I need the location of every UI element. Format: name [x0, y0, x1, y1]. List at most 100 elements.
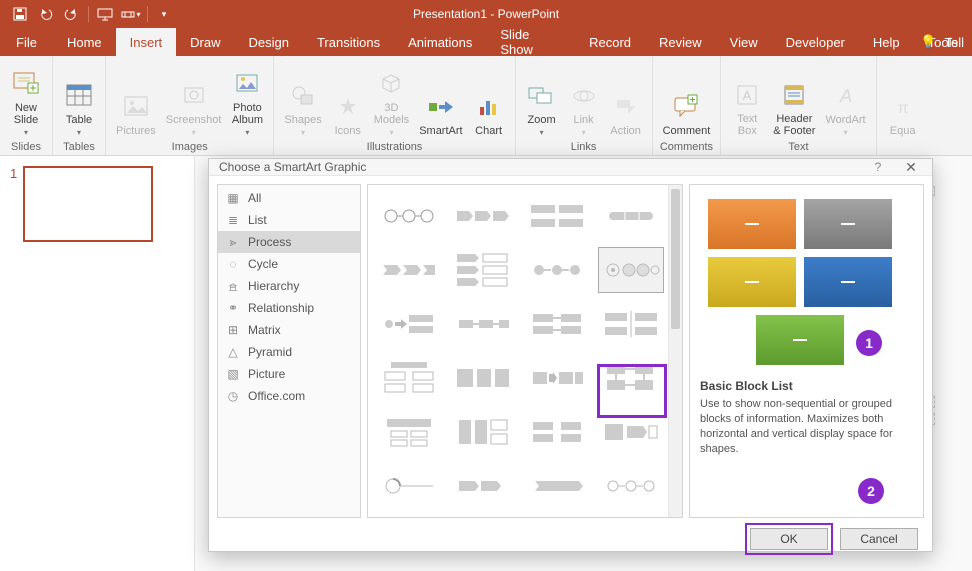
action-button: Action [606, 89, 646, 139]
wordart-button[interactable]: A WordArt▾ [821, 78, 869, 139]
comment-button[interactable]: Comment [659, 89, 715, 139]
smartart-item[interactable] [450, 193, 516, 239]
tab-review[interactable]: Review [645, 28, 716, 56]
dialog-close-icon[interactable]: ✕ [894, 159, 928, 175]
thumb-number: 1 [10, 166, 17, 242]
smartart-icon [425, 91, 457, 123]
tab-animations[interactable]: Animations [394, 28, 486, 56]
tab-developer[interactable]: Developer [772, 28, 859, 56]
group-images: Pictures Screenshot▾ Photo Album▾ Images [106, 56, 274, 155]
cancel-button[interactable]: Cancel [840, 528, 918, 550]
smartart-button[interactable]: SmartArt [415, 89, 466, 139]
wordart-icon: A [830, 80, 862, 112]
cat-matrix[interactable]: ⊞Matrix [218, 319, 360, 341]
smartart-item[interactable] [598, 463, 664, 509]
smartart-item[interactable] [524, 247, 590, 293]
smartart-item[interactable] [450, 301, 516, 347]
tab-transitions[interactable]: Transitions [303, 28, 394, 56]
cat-list[interactable]: ≣List [218, 209, 360, 231]
undo-icon[interactable] [34, 4, 58, 24]
table-button[interactable]: Table▾ [59, 78, 99, 139]
smartart-item[interactable] [598, 193, 664, 239]
text-box-button[interactable]: A Text Box [727, 77, 767, 139]
tab-insert[interactable]: Insert [116, 28, 177, 56]
smartart-item[interactable] [376, 247, 442, 293]
smartart-item[interactable] [376, 355, 442, 401]
tab-slideshow[interactable]: Slide Show [486, 28, 575, 56]
preview-swatches [700, 195, 913, 375]
3d-models-button[interactable]: 3D Models▾ [370, 66, 413, 139]
chart-button[interactable]: Chart [469, 89, 509, 139]
dialog-help-icon[interactable]: ? [866, 160, 890, 174]
group-symbols: π Equa [877, 56, 929, 155]
slide-thumbnail[interactable] [23, 166, 153, 242]
tab-view[interactable]: View [716, 28, 772, 56]
cat-relationship[interactable]: ⚭Relationship [218, 297, 360, 319]
save-icon[interactable] [8, 4, 32, 24]
smartart-item[interactable] [524, 355, 590, 401]
tab-design[interactable]: Design [235, 28, 303, 56]
tab-draw[interactable]: Draw [176, 28, 234, 56]
present-icon[interactable] [93, 4, 117, 24]
smartart-item[interactable] [524, 301, 590, 347]
qat-customize-icon[interactable]: ▾ [152, 4, 176, 24]
swatch-blue [804, 257, 892, 307]
cat-cycle[interactable]: ◌Cycle [218, 253, 360, 275]
photo-album-button[interactable]: Photo Album▾ [227, 66, 267, 139]
cat-pyramid[interactable]: △Pyramid [218, 341, 360, 363]
cat-picture[interactable]: ▧Picture [218, 363, 360, 385]
smartart-item[interactable] [598, 301, 664, 347]
hierarchy-icon: 𖠿 [226, 279, 240, 293]
cycle-icon: ◌ [226, 257, 240, 271]
window-title: Presentation1 - PowerPoint [413, 7, 559, 21]
gallery-scrollbar[interactable] [668, 185, 682, 517]
tab-help[interactable]: Help [859, 28, 914, 56]
tab-home[interactable]: Home [53, 28, 116, 56]
dialog-titlebar[interactable]: Choose a SmartArt Graphic ? ✕ [209, 159, 932, 176]
smartart-item[interactable] [376, 463, 442, 509]
cat-all[interactable]: ▦All [218, 187, 360, 209]
smartart-item[interactable] [598, 355, 664, 401]
equation-button[interactable]: π Equa [883, 89, 923, 139]
smartart-item-selected[interactable] [598, 247, 664, 293]
preview-description: Use to show non-sequential or grouped bl… [700, 397, 913, 456]
header-footer-button[interactable]: Header & Footer [769, 77, 819, 139]
smartart-item[interactable] [524, 193, 590, 239]
smartart-item[interactable] [450, 409, 516, 455]
redo-icon[interactable] [60, 4, 84, 24]
smartart-item[interactable] [450, 355, 516, 401]
tab-record[interactable]: Record [575, 28, 645, 56]
tell-me-bulb-icon[interactable]: 💡 [920, 34, 936, 50]
smartart-item[interactable] [376, 409, 442, 455]
smartart-item[interactable] [524, 463, 590, 509]
smartart-item[interactable] [598, 409, 664, 455]
cat-hierarchy[interactable]: 𖠿Hierarchy [218, 275, 360, 297]
smartart-item[interactable] [376, 193, 442, 239]
comment-icon [670, 91, 702, 123]
zoom-button[interactable]: Zoom▾ [522, 78, 562, 139]
tell-me-label[interactable]: Tell [944, 35, 964, 50]
zoom-icon [526, 80, 558, 112]
smartart-item[interactable] [524, 409, 590, 455]
group-illustrations: Shapes▾ Icons 3D Models▾ SmartArt Chart … [274, 56, 515, 155]
ok-button[interactable]: OK [750, 528, 828, 550]
smartart-item[interactable] [376, 301, 442, 347]
quick-access-toolbar: ▾ ▾ [0, 4, 176, 24]
touch-mode-icon[interactable]: ▾ [119, 4, 143, 24]
icons-icon [332, 91, 364, 123]
tab-file[interactable]: File [0, 28, 53, 56]
pictures-button[interactable]: Pictures [112, 89, 160, 139]
photo-album-icon [231, 68, 263, 100]
smartart-dialog: Choose a SmartArt Graphic ? ✕ ▦All ≣List… [208, 158, 933, 552]
cat-process[interactable]: ⪢Process [218, 231, 360, 253]
icons-button[interactable]: Icons [328, 89, 368, 139]
link-button: Link▾ [564, 78, 604, 139]
shapes-button[interactable]: Shapes▾ [280, 78, 325, 139]
new-slide-button[interactable]: New Slide▾ [6, 66, 46, 139]
smartart-item[interactable] [450, 463, 516, 509]
group-links: Zoom▾ Link▾ Action Links [516, 56, 653, 155]
smartart-item[interactable] [450, 247, 516, 293]
relationship-icon: ⚭ [226, 301, 240, 315]
cat-officecom[interactable]: ◷Office.com [218, 385, 360, 407]
screenshot-button: Screenshot▾ [162, 78, 226, 139]
